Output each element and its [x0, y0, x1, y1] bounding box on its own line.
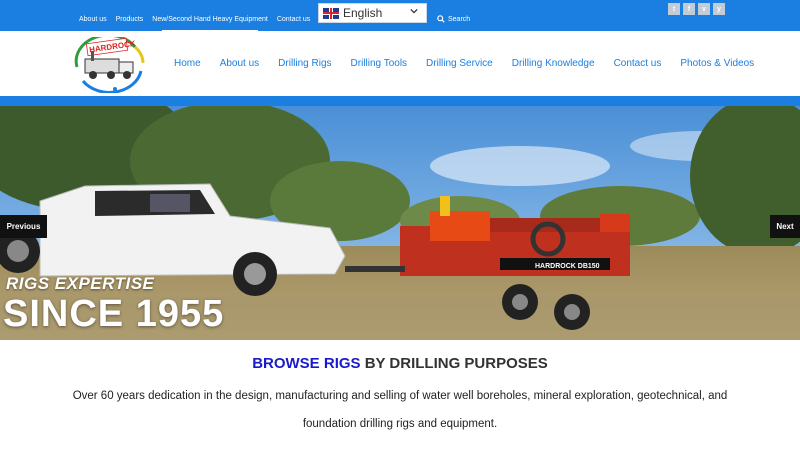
- hardrock-logo[interactable]: HARDROCK: [73, 37, 145, 93]
- search-icon: [437, 15, 445, 23]
- intro-line-2: foundation drilling rigs and equipment.: [302, 418, 498, 430]
- browse-highlight[interactable]: BROWSE RIGS: [252, 355, 360, 372]
- top-bar: About us Products New/Second Hand Heavy …: [0, 0, 800, 32]
- youtube-icon[interactable]: y: [713, 3, 725, 15]
- site-header: HARDROCK Home About us Drilling Rigs Dri…: [0, 31, 800, 96]
- top-link-products[interactable]: Products: [116, 15, 144, 25]
- nav-drilling-tools[interactable]: Drilling Tools: [351, 58, 408, 69]
- facebook-icon[interactable]: f: [683, 3, 695, 15]
- header-divider: [0, 96, 800, 106]
- twitter-icon[interactable]: t: [668, 3, 680, 15]
- search-button[interactable]: Search: [437, 15, 470, 23]
- social-links: t f v y: [668, 3, 725, 15]
- nav-photos-videos[interactable]: Photos & Videos: [680, 58, 754, 69]
- top-link-heavy-equipment[interactable]: New/Second Hand Heavy Equipment: [152, 15, 268, 32]
- nav-drilling-service[interactable]: Drilling Service: [426, 58, 493, 69]
- browse-heading: BROWSE RIGS BY DRILLING PURPOSES: [0, 355, 800, 372]
- top-link-contact[interactable]: Contact us: [277, 15, 310, 25]
- intro-line-1: Over 60 years dedication in the design, …: [72, 390, 728, 402]
- top-link-about[interactable]: About us: [79, 15, 107, 25]
- browse-rest: BY DRILLING PURPOSES: [360, 355, 548, 372]
- hero-tagline: RIGS EXPERTISE: [6, 274, 155, 293]
- nav-home[interactable]: Home: [174, 58, 201, 69]
- chevron-down-icon: [410, 8, 418, 14]
- uk-flag-icon: [323, 7, 339, 19]
- vimeo-icon[interactable]: v: [698, 3, 710, 15]
- search-label: Search: [448, 15, 471, 23]
- hero-slider: HARDROCK DB150 RIGS EXPERTISE SINCE 1955…: [0, 106, 800, 340]
- slider-previous-button[interactable]: Previous: [0, 215, 47, 238]
- language-select[interactable]: English: [318, 3, 427, 23]
- nav-drilling-knowledge[interactable]: Drilling Knowledge: [512, 58, 595, 69]
- language-label: English: [343, 6, 383, 20]
- slider-next-button[interactable]: Next: [770, 215, 800, 238]
- top-links: About us Products New/Second Hand Heavy …: [79, 15, 319, 32]
- nav-drilling-rigs[interactable]: Drilling Rigs: [278, 58, 331, 69]
- hero-headline: SINCE 1955: [3, 293, 225, 335]
- main-nav: Home About us Drilling Rigs Drilling Too…: [174, 58, 773, 69]
- rig-label: HARDROCK DB150: [535, 263, 600, 270]
- nav-about-us[interactable]: About us: [220, 58, 259, 69]
- nav-contact-us[interactable]: Contact us: [614, 58, 662, 69]
